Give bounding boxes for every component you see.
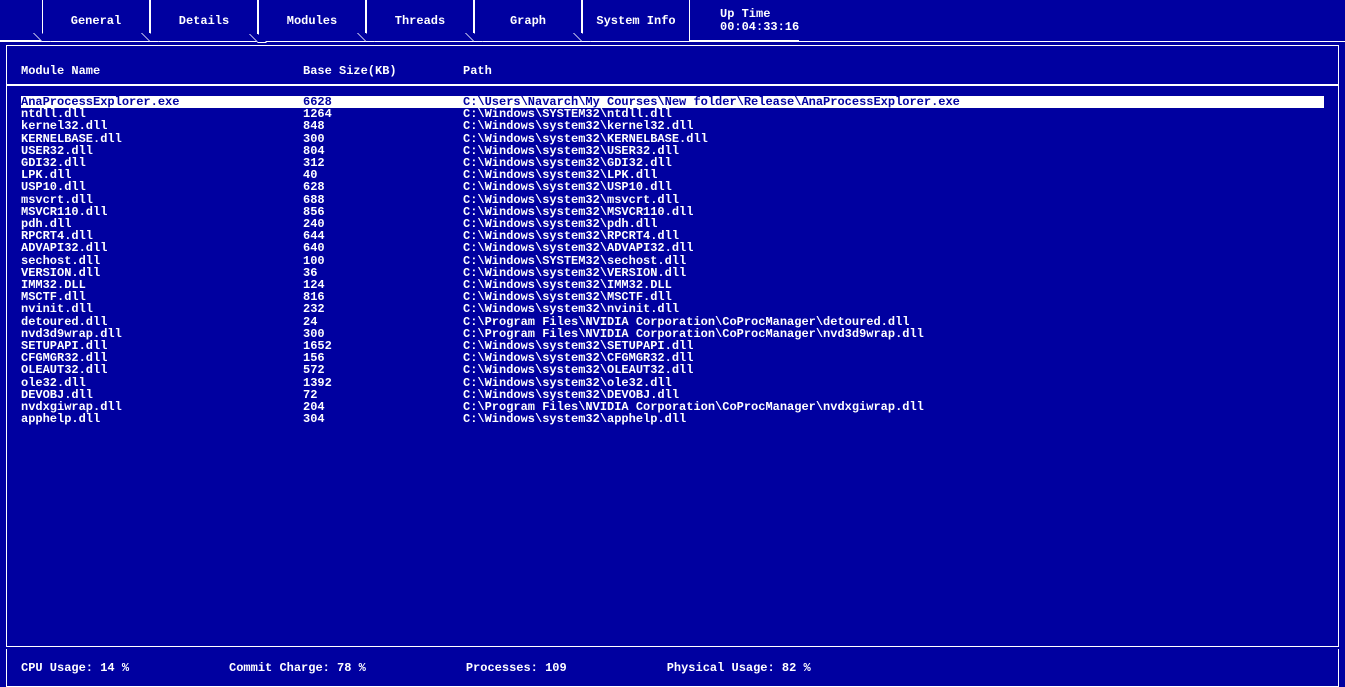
table-row[interactable]: GDI32.dll312C:\Windows\system32\GDI32.dl… [21, 157, 1338, 169]
table-row[interactable]: USER32.dll804C:\Windows\system32\USER32.… [21, 145, 1338, 157]
column-header-path[interactable]: Path [463, 64, 1338, 78]
cell-module-path: C:\Windows\system32\OLEAUT32.dll [463, 364, 1338, 376]
column-headers: Module Name Base Size(KB) Path [7, 46, 1338, 86]
table-row[interactable]: kernel32.dll848C:\Windows\system32\kerne… [21, 120, 1338, 132]
tab-fill [799, 0, 1345, 42]
status-cpu: CPU Usage: 14 % [21, 661, 129, 675]
cell-module-name: OLEAUT32.dll [21, 364, 303, 376]
tab-system-info[interactable]: System Info [582, 0, 690, 42]
uptime-value: 00:04:33:16 [720, 21, 799, 34]
table-row[interactable]: AnaProcessExplorer.exe6628C:\Users\Navar… [21, 96, 1324, 108]
tab-details[interactable]: Details [150, 0, 258, 42]
table-row[interactable]: msvcrt.dll688C:\Windows\system32\msvcrt.… [21, 194, 1338, 206]
cell-module-size: 36 [303, 267, 463, 279]
table-row[interactable]: USP10.dll628C:\Windows\system32\USP10.dl… [21, 181, 1338, 193]
cell-module-size: 640 [303, 242, 463, 254]
table-row[interactable]: MSVCR110.dll856C:\Windows\system32\MSVCR… [21, 206, 1338, 218]
tab-threads[interactable]: Threads [366, 0, 474, 42]
cell-module-size: 1652 [303, 340, 463, 352]
cell-module-path: C:\Windows\system32\KERNELBASE.dll [463, 133, 1338, 145]
cell-module-name: nvinit.dll [21, 303, 303, 315]
cell-module-path: C:\Windows\SYSTEM32\sechost.dll [463, 255, 1338, 267]
cell-module-size: 848 [303, 120, 463, 132]
cell-module-size: 688 [303, 194, 463, 206]
cell-module-size: 72 [303, 389, 463, 401]
table-row[interactable]: ole32.dll1392C:\Windows\system32\ole32.d… [21, 377, 1338, 389]
cell-module-size: 124 [303, 279, 463, 291]
cell-module-size: 204 [303, 401, 463, 413]
cell-module-path: C:\Windows\system32\ADVAPI32.dll [463, 242, 1338, 254]
cell-module-size: 312 [303, 157, 463, 169]
cell-module-size: 24 [303, 316, 463, 328]
cell-module-name: USP10.dll [21, 181, 303, 193]
column-header-name[interactable]: Module Name [21, 64, 303, 78]
table-row[interactable]: OLEAUT32.dll572C:\Windows\system32\OLEAU… [21, 364, 1338, 376]
table-row[interactable]: ADVAPI32.dll640C:\Windows\system32\ADVAP… [21, 242, 1338, 254]
cell-module-size: 232 [303, 303, 463, 315]
tab-bar: General Details Modules Threads Graph Sy… [0, 0, 1345, 42]
cell-module-name: msvcrt.dll [21, 194, 303, 206]
table-row[interactable]: apphelp.dll304C:\Windows\system32\apphel… [21, 413, 1338, 425]
cell-module-path: C:\Windows\system32\USP10.dll [463, 181, 1338, 193]
tab-graph[interactable]: Graph [474, 0, 582, 42]
tab-general[interactable]: General [42, 0, 150, 42]
cell-module-size: 240 [303, 218, 463, 230]
cell-module-name: sechost.dll [21, 255, 303, 267]
cell-module-size: 644 [303, 230, 463, 242]
uptime-display: Up Time 00:04:33:16 [690, 0, 799, 41]
cell-module-size: 156 [303, 352, 463, 364]
table-row[interactable]: MSCTF.dll816C:\Windows\system32\MSCTF.dl… [21, 291, 1338, 303]
cell-module-path: C:\Windows\system32\kernel32.dll [463, 120, 1338, 132]
cell-module-name: kernel32.dll [21, 120, 303, 132]
cell-module-size: 572 [303, 364, 463, 376]
table-row[interactable]: pdh.dll240C:\Windows\system32\pdh.dll [21, 218, 1338, 230]
cell-module-name: apphelp.dll [21, 413, 303, 425]
cell-module-path: C:\Windows\system32\nvinit.dll [463, 303, 1338, 315]
cell-module-size: 628 [303, 181, 463, 193]
cell-module-path: C:\Windows\system32\apphelp.dll [463, 413, 1338, 425]
cell-module-size: 100 [303, 255, 463, 267]
cell-module-size: 856 [303, 206, 463, 218]
table-row[interactable]: nvinit.dll232C:\Windows\system32\nvinit.… [21, 303, 1338, 315]
status-physical: Physical Usage: 82 % [667, 661, 811, 675]
cell-module-name: ADVAPI32.dll [21, 242, 303, 254]
table-row[interactable]: sechost.dll100C:\Windows\SYSTEM32\sechos… [21, 255, 1338, 267]
cell-module-size: 816 [303, 291, 463, 303]
cell-module-size: 1392 [303, 377, 463, 389]
table-row[interactable]: KERNELBASE.dll300C:\Windows\system32\KER… [21, 133, 1338, 145]
table-row[interactable]: IMM32.DLL124C:\Windows\system32\IMM32.DL… [21, 279, 1338, 291]
status-commit: Commit Charge: 78 % [229, 661, 366, 675]
cell-module-size: 304 [303, 413, 463, 425]
status-processes: Processes: 109 [466, 661, 567, 675]
tab-modules[interactable]: Modules [258, 0, 366, 42]
cell-module-size: 300 [303, 133, 463, 145]
module-rows: AnaProcessExplorer.exe6628C:\Users\Navar… [7, 96, 1338, 425]
cell-module-size: 40 [303, 169, 463, 181]
cell-module-name: KERNELBASE.dll [21, 133, 303, 145]
cell-module-size: 1264 [303, 108, 463, 120]
cell-module-size: 804 [303, 145, 463, 157]
column-header-size[interactable]: Base Size(KB) [303, 64, 463, 78]
module-list-panel: Module Name Base Size(KB) Path AnaProces… [6, 45, 1339, 647]
status-bar: CPU Usage: 14 % Commit Charge: 78 % Proc… [6, 649, 1339, 687]
table-row[interactable]: LPK.dll40C:\Windows\system32\LPK.dll [21, 169, 1338, 181]
cell-module-path: C:\Windows\system32\msvcrt.dll [463, 194, 1338, 206]
table-row[interactable]: VERSION.dll36C:\Windows\system32\VERSION… [21, 267, 1338, 279]
